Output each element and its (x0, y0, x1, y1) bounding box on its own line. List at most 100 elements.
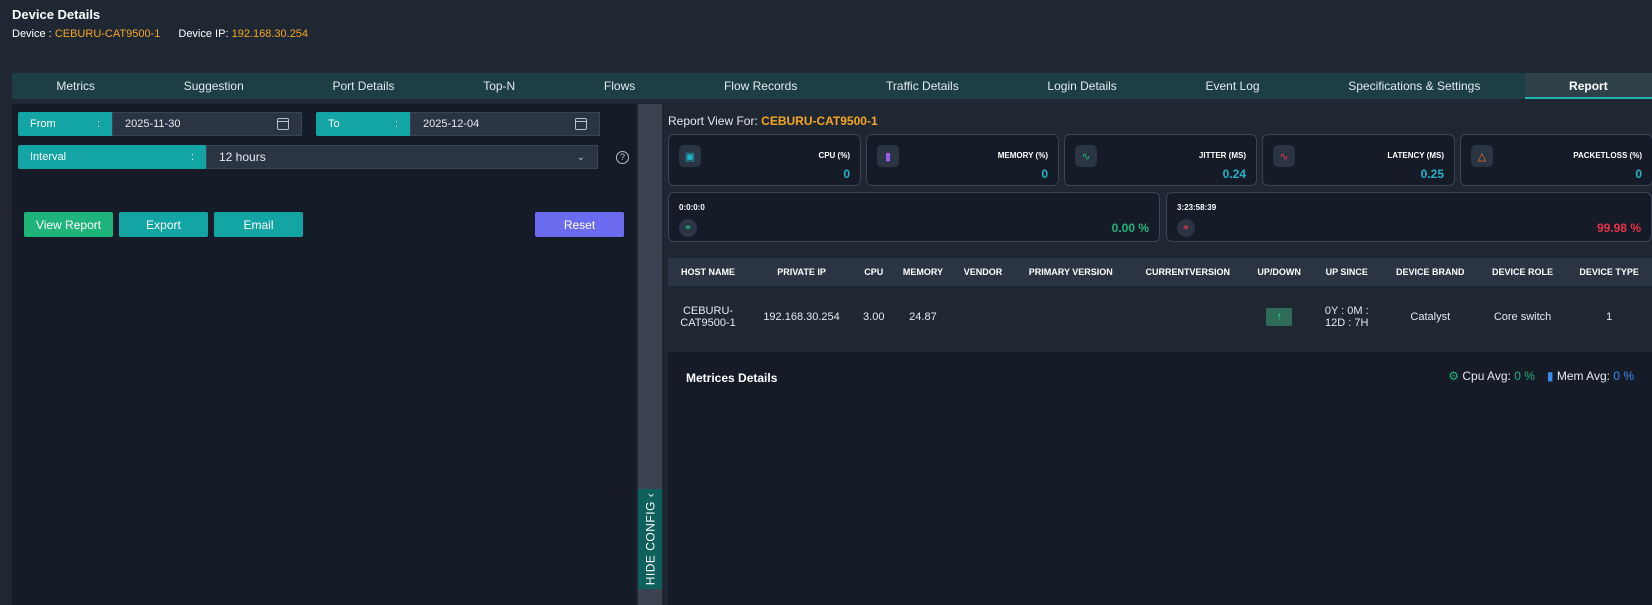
device-name: CEBURU-CAT9500-1 (54, 28, 161, 40)
to-label: To : (316, 112, 410, 136)
device-ip-label: Device IP: (178, 28, 229, 40)
cell-device-role: Core switch (1478, 286, 1567, 348)
email-button[interactable]: Email (214, 212, 303, 237)
col-current-version: CURRENTVERSION (1129, 258, 1247, 286)
to-label-text: To (328, 118, 340, 130)
from-date-value: 2025-11-30 (125, 118, 181, 130)
report-device-name: CEBURU-CAT9500-1 (761, 114, 878, 128)
export-button[interactable]: Export (119, 212, 208, 237)
col-up-since: UP SINCE (1311, 258, 1382, 286)
broken-link-icon: ⚭ (1177, 219, 1195, 237)
col-host-name: HOST NAME (668, 258, 748, 286)
reset-button[interactable]: Reset (535, 212, 624, 237)
calendar-icon[interactable] (277, 118, 289, 130)
device-label: Device : (12, 28, 52, 40)
device-name-field: Device : CEBURU-CAT9500-1 (12, 28, 160, 40)
to-date-input[interactable]: 2025-12-04 (410, 112, 600, 136)
interval-field: Interval : 12 hours ⌄ (18, 145, 598, 169)
cell-host-name: CEBURU-CAT9500-1 (668, 286, 748, 348)
report-panel: Report View For: CEBURU-CAT9500-1 ▣ CPU … (664, 104, 1652, 605)
memory-card-value: 0 (1041, 167, 1048, 181)
cell-up-down: ↑ (1246, 286, 1312, 348)
latency-icon: ∿ (1273, 145, 1295, 167)
cpu-icon: ▣ (679, 145, 701, 167)
col-device-role: DEVICE ROLE (1478, 258, 1567, 286)
pulse-icon: ∿ (1075, 145, 1097, 167)
cell-device-type: 1 (1566, 286, 1652, 348)
tab-metrics[interactable]: Metrics (12, 73, 139, 99)
interval-label-text: Interval (30, 151, 67, 163)
cpu-avg-label: Cpu Avg: (1462, 369, 1511, 383)
arrow-up-icon: ↑ (1266, 308, 1293, 326)
tab-login-details[interactable]: Login Details (1003, 73, 1161, 99)
memory-card-label: MEMORY (%) (997, 151, 1048, 160)
tab-flow-records[interactable]: Flow Records (680, 73, 842, 99)
packetloss-card: △ PACKETLOSS (%) 0 (1460, 134, 1652, 186)
to-colon: : (394, 118, 398, 130)
cpu-card: ▣ CPU (%) 0 (668, 134, 861, 186)
tab-specifications-settings[interactable]: Specifications & Settings (1304, 73, 1525, 99)
col-device-brand: DEVICE BRAND (1381, 258, 1479, 286)
cpu-average: ⚙ Cpu Avg: 0 % (1448, 369, 1535, 383)
tab-event-log[interactable]: Event Log (1161, 73, 1304, 99)
col-primary-version: PRIMARY VERSION (1012, 258, 1130, 286)
cpu-card-value: 0 (843, 167, 850, 181)
col-vendor: VENDOR (953, 258, 1013, 286)
jitter-card-value: 0.24 (1222, 167, 1246, 181)
device-table: HOST NAME PRIVATE IP CPU MEMORY VENDOR P… (668, 258, 1652, 348)
from-label: From : (18, 112, 112, 136)
metrics-averages: ⚙ Cpu Avg: 0 % ▮ Mem Avg: 0 % (1448, 369, 1634, 383)
latency-card-value: 0.25 (1420, 167, 1444, 181)
cell-current-version (1129, 286, 1247, 348)
interval-select[interactable]: 12 hours ⌄ (206, 145, 598, 169)
downtime-percent: 99.98 % (1596, 221, 1641, 235)
from-date-field: From : 2025-11-30 (18, 112, 302, 136)
packetloss-card-value: 0 (1635, 167, 1642, 181)
cell-cpu: 3.00 (855, 286, 893, 348)
jitter-card: ∿ JITTER (MS) 0.24 (1064, 134, 1257, 186)
tab-report[interactable]: Report (1524, 73, 1652, 99)
report-view-label: Report View For: (668, 114, 758, 128)
view-report-button[interactable]: View Report (24, 212, 113, 237)
uptime-percent: 0.00 % (1111, 221, 1149, 235)
warning-icon: △ (1471, 145, 1493, 167)
help-icon[interactable]: ? (616, 151, 629, 164)
from-label-text: From (30, 118, 56, 130)
tab-port-details[interactable]: Port Details (288, 73, 439, 99)
link-icon: ⚭ (679, 219, 697, 237)
tab-suggestion[interactable]: Suggestion (139, 73, 288, 99)
mem-average: ▮ Mem Avg: 0 % (1547, 369, 1634, 383)
to-date-field: To : 2025-12-04 (316, 112, 600, 136)
col-private-ip: PRIVATE IP (748, 258, 856, 286)
tab-top-n[interactable]: Top-N (439, 73, 560, 99)
cpu-avg-value: 0 % (1514, 369, 1535, 383)
latency-card: ∿ LATENCY (MS) 0.25 (1262, 134, 1455, 186)
report-view-title: Report View For: CEBURU-CAT9500-1 (668, 114, 878, 128)
memory-card: ▮ MEMORY (%) 0 (866, 134, 1059, 186)
config-panel: From : 2025-11-30 To : 2025-12-04 Interv… (12, 104, 636, 605)
cpu-avg-icon: ⚙ (1448, 369, 1460, 383)
chevron-left-icon: ‹ (643, 492, 658, 498)
to-date-value: 2025-12-04 (423, 118, 480, 130)
tab-bar: Metrics Suggestion Port Details Top-N Fl… (12, 73, 1652, 99)
cell-memory: 24.87 (892, 286, 954, 348)
uptime-time: 0:0:0:0 (679, 203, 705, 212)
interval-label: Interval : (18, 145, 206, 169)
from-colon: : (96, 118, 100, 130)
mem-avg-label: Mem Avg: (1556, 369, 1610, 383)
page-title: Device Details (12, 7, 101, 22)
calendar-icon[interactable] (575, 118, 587, 130)
hide-config-toggle[interactable]: HIDE CONFIG ‹ (638, 489, 662, 589)
cell-primary-version (1012, 286, 1130, 348)
from-date-input[interactable]: 2025-11-30 (112, 112, 302, 136)
cell-vendor (953, 286, 1013, 348)
interval-value: 12 hours (219, 150, 266, 164)
tab-traffic-details[interactable]: Traffic Details (842, 73, 1003, 99)
device-ip-field: Device IP: 192.168.30.254 (178, 28, 308, 40)
tab-flows[interactable]: Flows (560, 73, 680, 99)
memory-icon: ▮ (877, 145, 899, 167)
device-ip: 192.168.30.254 (231, 28, 309, 40)
col-up-down: UP/DOWN (1246, 258, 1312, 286)
metrics-details-panel: Metrices Details ⚙ Cpu Avg: 0 % ▮ Mem Av… (668, 352, 1652, 605)
downtime-card: 3:23:58:39 ⚭ 99.98 % (1166, 192, 1652, 242)
